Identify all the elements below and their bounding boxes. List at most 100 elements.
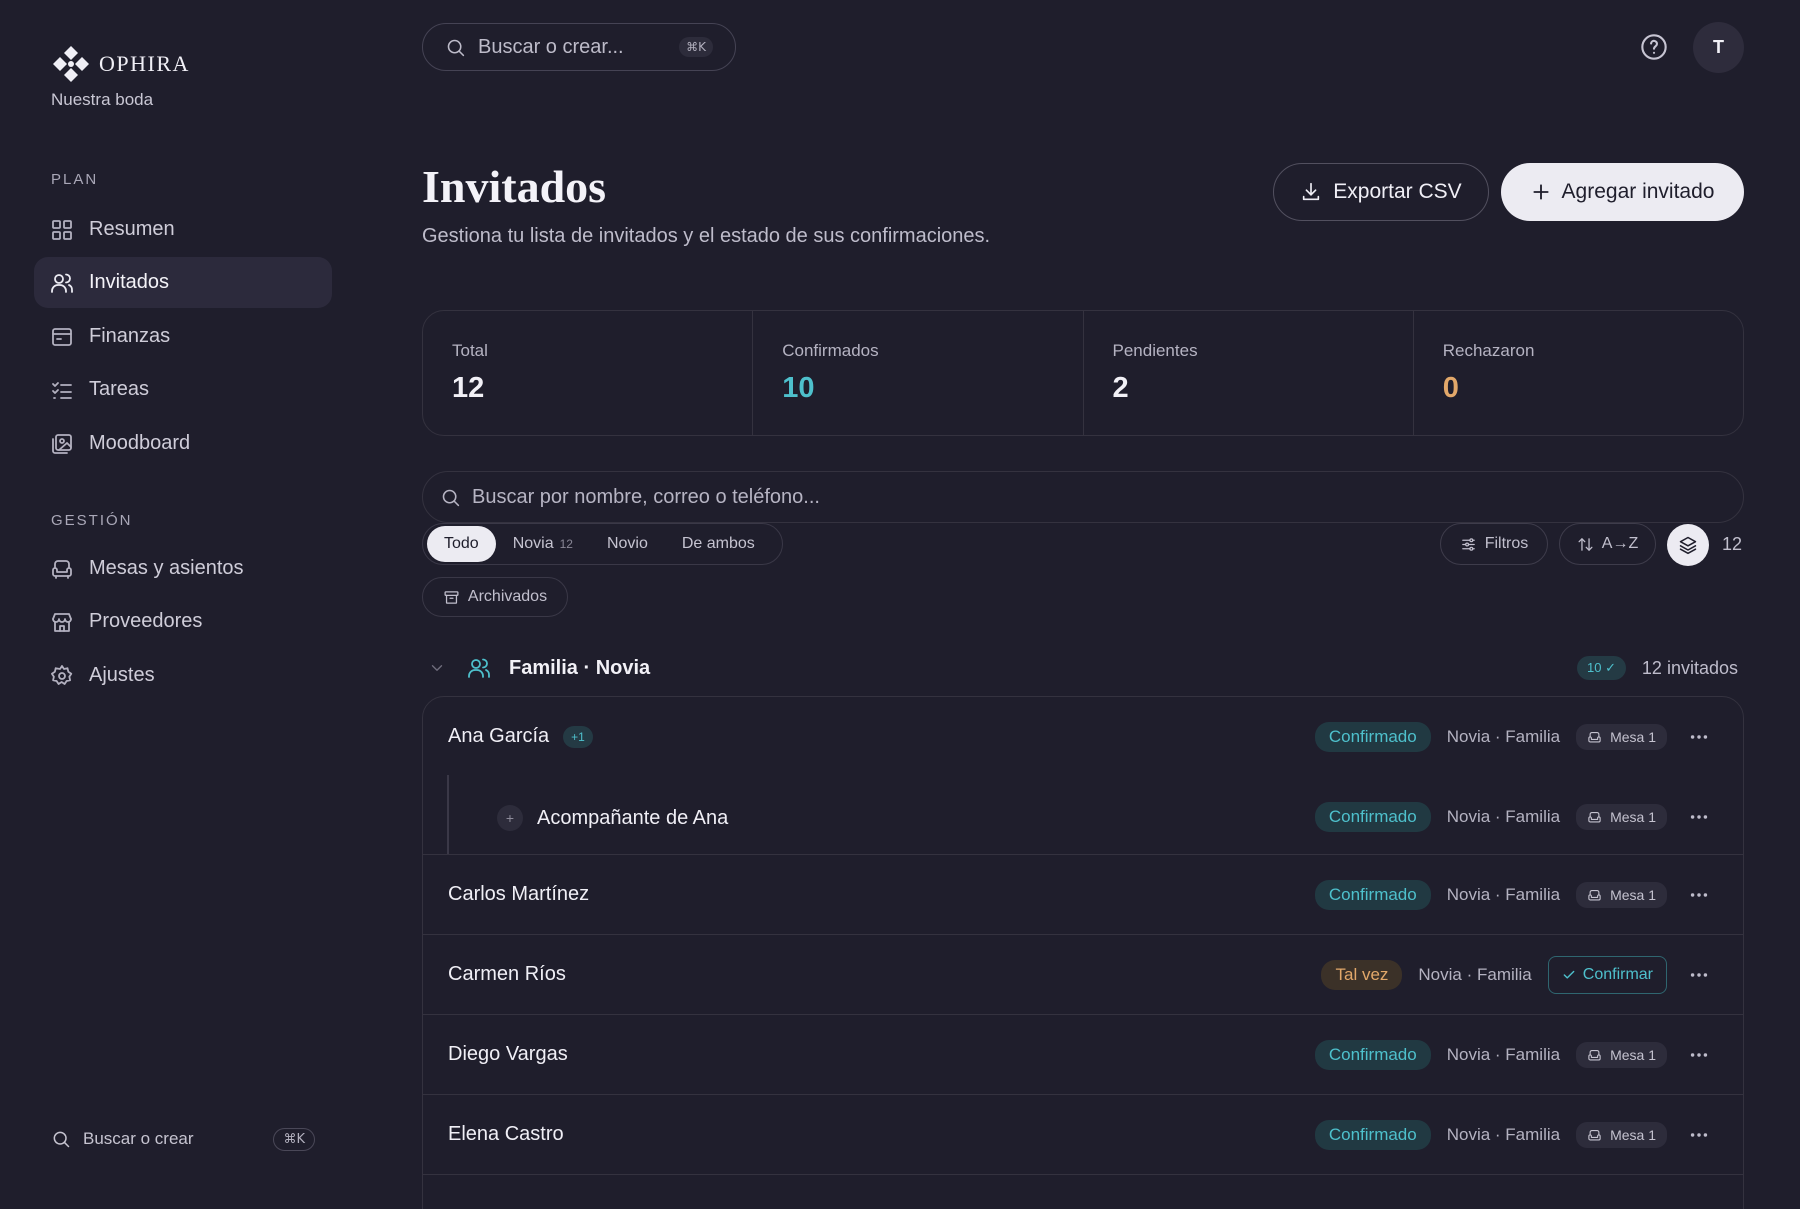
shortcut-badge: ⌘K bbox=[679, 37, 713, 57]
guest-name: Ana García bbox=[448, 725, 550, 747]
table-badge[interactable]: Mesa 1 bbox=[1576, 804, 1667, 830]
more-options-button[interactable] bbox=[1683, 801, 1715, 833]
guest-row[interactable]: Carmen Ríos Tal vez Novia · Familia Conf… bbox=[423, 935, 1743, 1015]
confirmed-badge: 10 ✓ bbox=[1577, 656, 1626, 680]
sort-button[interactable]: A→Z bbox=[1559, 523, 1656, 565]
more-horizontal-icon bbox=[1690, 815, 1708, 819]
armchair-icon bbox=[1588, 731, 1601, 742]
sidebar-item-tareas[interactable]: Tareas bbox=[34, 364, 332, 415]
global-search-placeholder: Buscar o crear... bbox=[478, 35, 624, 58]
tab-novia[interactable]: Novia 12 bbox=[496, 526, 590, 562]
archived-button[interactable]: Archivados bbox=[422, 577, 568, 617]
guest-search-input[interactable]: Buscar por nombre, correo o teléfono... bbox=[422, 471, 1744, 523]
help-icon[interactable] bbox=[1640, 33, 1668, 61]
page-title: Invitados bbox=[422, 161, 607, 212]
brand[interactable]: OPHIRA bbox=[51, 44, 190, 84]
more-horizontal-icon bbox=[1690, 1053, 1708, 1057]
export-csv-button[interactable]: Exportar CSV bbox=[1273, 163, 1489, 221]
guest-row[interactable]: Ana García +1 Confirmado Novia · Familia… bbox=[423, 697, 1743, 777]
sidebar-search-button[interactable]: Buscar o crear ⌘K bbox=[51, 1126, 315, 1152]
sidebar-item-label: Finanzas bbox=[89, 325, 171, 347]
guest-category: Novia · Familia bbox=[1446, 807, 1561, 826]
add-guest-button[interactable]: Agregar invitado bbox=[1501, 163, 1744, 221]
status-badge: Confirmado bbox=[1314, 722, 1431, 752]
filters-button[interactable]: Filtros bbox=[1440, 523, 1548, 565]
sidebar-item-invitados[interactable]: Invitados bbox=[34, 257, 332, 308]
sliders-icon bbox=[1461, 537, 1475, 551]
more-options-button[interactable] bbox=[1683, 1039, 1715, 1071]
chevron-down-icon[interactable] bbox=[428, 659, 446, 677]
table-badge[interactable]: Mesa 1 bbox=[1576, 882, 1667, 908]
guest-row-actions: Tal vez Novia · Familia Confirmar bbox=[1321, 935, 1715, 1015]
export-csv-label: Exportar CSV bbox=[1333, 180, 1462, 203]
tab-de-ambos[interactable]: De ambos bbox=[665, 526, 772, 562]
table-label: Mesa 1 bbox=[1610, 1127, 1656, 1143]
global-search-input[interactable]: Buscar o crear... ⌘K bbox=[422, 23, 736, 71]
sidebar-item-label: Moodboard bbox=[89, 432, 191, 454]
more-horizontal-icon bbox=[1690, 973, 1708, 977]
sidebar-item-label: Tareas bbox=[89, 378, 150, 400]
check-icon bbox=[1563, 970, 1575, 979]
guest-row-partial[interactable] bbox=[423, 1175, 1743, 1209]
sidebar-item-resumen[interactable]: Resumen bbox=[34, 204, 332, 255]
sidebar-item-finanzas[interactable]: Finanzas bbox=[34, 311, 332, 362]
more-horizontal-icon bbox=[1690, 893, 1708, 897]
stat-label: Confirmados bbox=[782, 341, 879, 360]
status-badge: Confirmado bbox=[1314, 1040, 1431, 1070]
more-options-button[interactable] bbox=[1683, 1119, 1715, 1151]
guest-row-companion[interactable]: + Acompañante de Ana Confirmado Novia · … bbox=[423, 775, 1743, 855]
download-icon bbox=[1303, 182, 1320, 201]
plus-icon bbox=[1532, 184, 1549, 200]
stat-label: Rechazaron bbox=[1442, 341, 1535, 360]
guest-name: Diego Vargas bbox=[448, 1043, 568, 1065]
guest-row[interactable]: Carlos Martínez Confirmado Novia · Famil… bbox=[423, 855, 1743, 935]
table-badge[interactable]: Mesa 1 bbox=[1576, 724, 1667, 750]
user-avatar[interactable]: T bbox=[1693, 22, 1744, 73]
grid-icon bbox=[52, 219, 72, 240]
status-badge: Confirmado bbox=[1314, 1120, 1431, 1150]
sidebar-search-label: Buscar o crear bbox=[83, 1129, 194, 1148]
stat-declined: Rechazaron 0 bbox=[1414, 311, 1743, 435]
group-toggle-button[interactable] bbox=[1667, 524, 1709, 566]
confirm-button[interactable]: Confirmar bbox=[1547, 956, 1667, 994]
more-options-button[interactable] bbox=[1683, 721, 1715, 753]
stat-value: 12 bbox=[452, 372, 485, 404]
table-badge[interactable]: Mesa 1 bbox=[1576, 1122, 1667, 1148]
guest-category: Novia · Familia bbox=[1418, 965, 1532, 984]
ophira-logo-icon bbox=[53, 46, 89, 82]
guest-name: Acompañante de Ana bbox=[537, 806, 729, 829]
group-header[interactable]: Familia · Novia 10 ✓ 12 invitados bbox=[422, 648, 1744, 688]
guest-name-wrap: Carmen Ríos bbox=[448, 963, 566, 986]
companion-marker: + bbox=[497, 805, 523, 831]
guest-name: Carmen Ríos bbox=[448, 963, 566, 985]
sidebar-item-mesas[interactable]: Mesas y asientos bbox=[34, 543, 332, 594]
table-badge[interactable]: Mesa 1 bbox=[1576, 1042, 1667, 1068]
guest-name-wrap: Diego Vargas bbox=[448, 1043, 568, 1066]
sidebar-item-label: Mesas y asientos bbox=[89, 557, 244, 579]
armchair-icon bbox=[1588, 811, 1601, 822]
more-options-button[interactable] bbox=[1683, 879, 1715, 911]
guest-row[interactable]: Elena Castro Confirmado Novia · Familia … bbox=[423, 1095, 1743, 1175]
more-options-button[interactable] bbox=[1683, 959, 1715, 991]
sidebar-item-ajustes[interactable]: Ajustes bbox=[34, 650, 332, 701]
tab-label: Novia bbox=[512, 535, 554, 552]
tab-novio[interactable]: Novio bbox=[590, 526, 665, 562]
guest-row[interactable]: Diego Vargas Confirmado Novia · Familia … bbox=[423, 1015, 1743, 1095]
stat-confirmed: Confirmados 10 bbox=[753, 311, 1084, 435]
tab-label: Novio bbox=[606, 535, 648, 552]
add-guest-label: Agregar invitado bbox=[1561, 180, 1715, 203]
brand-name: OPHIRA bbox=[99, 51, 190, 76]
page-subtitle: Gestiona tu lista de invitados y el esta… bbox=[422, 225, 991, 247]
group-count: 12 invitados bbox=[1641, 658, 1738, 678]
guest-name-wrap: Carlos Martínez bbox=[448, 883, 589, 906]
status-badge: Confirmado bbox=[1314, 802, 1431, 832]
armchair-icon bbox=[1588, 889, 1601, 900]
guest-category: Novia · Familia bbox=[1446, 1045, 1561, 1064]
sidebar-item-moodboard[interactable]: Moodboard bbox=[34, 418, 332, 469]
sidebar-item-label: Invitados bbox=[89, 271, 170, 293]
sidebar-item-proveedores[interactable]: Proveedores bbox=[34, 596, 332, 647]
tab-todo[interactable]: Todo bbox=[427, 526, 496, 562]
store-icon bbox=[52, 612, 72, 632]
group-title: Familia · Novia bbox=[509, 657, 651, 679]
armchair-icon bbox=[1588, 1049, 1601, 1060]
